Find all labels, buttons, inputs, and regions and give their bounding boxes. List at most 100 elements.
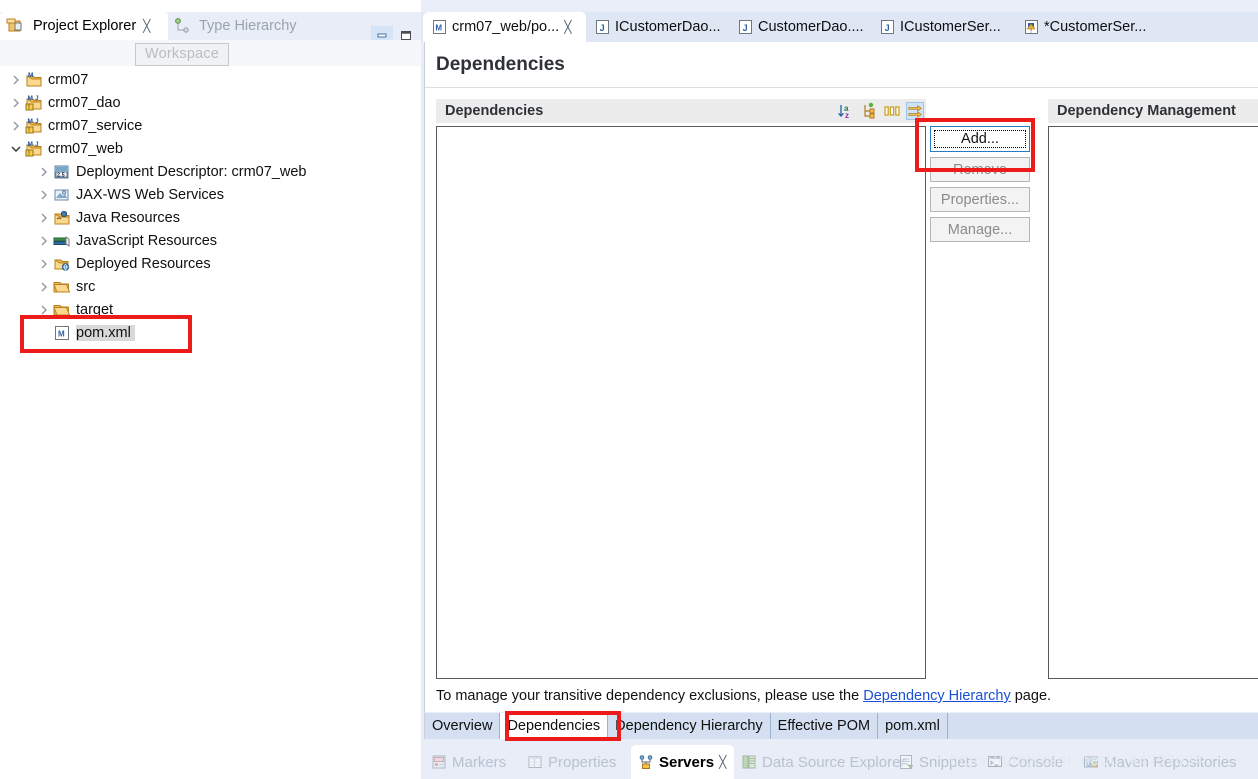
editor-tab[interactable]: ! *CustomerSer... [1015, 12, 1165, 42]
svg-text:z: z [845, 111, 849, 120]
tree-item-label: target [76, 301, 114, 318]
chevron-right-icon[interactable] [10, 97, 22, 109]
form-tab[interactable]: Dependency Hierarchy [608, 713, 771, 739]
properties-button-label: Properties... [940, 191, 1020, 208]
chevron-right-icon[interactable] [38, 212, 50, 224]
data-source-explorer-icon [741, 754, 757, 770]
manage-button[interactable]: Manage... [930, 217, 1030, 242]
bottom-view-label: Maven Repositories [1104, 753, 1237, 771]
form-tab-label: Overview [432, 718, 493, 734]
hierarchy-layout-icon[interactable] [860, 102, 878, 120]
columns-icon[interactable] [883, 102, 901, 120]
chevron-right-icon[interactable] [38, 304, 50, 316]
tree-item-label: crm07_web [48, 140, 123, 157]
bottom-view-tab[interactable]: Console [980, 745, 1076, 779]
form-tabs-filler [947, 713, 1258, 739]
form-tab-label: Dependency Hierarchy [615, 718, 763, 734]
bottom-view-tab[interactable]: Properties [520, 745, 631, 779]
tree-item[interactable]: src [0, 275, 421, 298]
bottom-view-tab[interactable]: Markers [424, 745, 520, 779]
tree-item[interactable]: JavaScript Resources [0, 229, 421, 252]
java-file-dirty-icon: ! [1024, 19, 1039, 35]
workspace-tooltip: Workspace [135, 43, 230, 66]
view-tab-project-explorer[interactable]: Project Explorer ╳ [0, 12, 168, 40]
chevron-down-icon[interactable] [10, 143, 22, 155]
editor-tabbar-top-strip [421, 0, 1258, 12]
editor-tab[interactable]: J ICustomerDao... [586, 12, 729, 42]
form-tab[interactable]: Dependencies [500, 713, 609, 739]
form-tab[interactable]: pom.xml [878, 713, 948, 739]
tree-item[interactable]: M J! crm07_dao [0, 91, 421, 114]
tree-item[interactable]: Java Resources [0, 206, 421, 229]
close-icon[interactable]: ╳ [143, 19, 150, 33]
chevron-right-icon[interactable] [38, 189, 50, 201]
bottom-view-label: Console [1008, 753, 1064, 771]
dependencies-list[interactable] [436, 126, 926, 679]
bottom-view-tab[interactable]: Data Source Explorer [734, 745, 905, 779]
folder-icon [53, 279, 71, 295]
markers-icon [431, 754, 447, 770]
add-button[interactable]: Add... [930, 126, 1030, 152]
maven-java-project-icon: M J! [25, 141, 43, 157]
dependency-management-list[interactable] [1048, 126, 1258, 679]
tree-item-label: Java Resources [76, 209, 180, 226]
svg-text:M: M [28, 72, 33, 79]
chevron-right-icon[interactable] [38, 235, 50, 247]
close-icon[interactable]: ╳ [719, 755, 726, 769]
chevron-right-icon[interactable] [38, 281, 50, 293]
bottom-view-tab[interactable]: Snippets [891, 745, 980, 779]
chevron-right-icon[interactable] [10, 120, 22, 132]
form-tab[interactable]: Overview [425, 713, 501, 739]
dependency-hierarchy-link[interactable]: Dependency Hierarchy [863, 688, 1011, 704]
flat-layout-icon[interactable] [906, 102, 924, 120]
tree-item[interactable]: M J! crm07_service [0, 114, 421, 137]
editor-tab[interactable]: Mcrm07_web/po... ╳ [423, 12, 586, 42]
remove-button[interactable]: Remove [930, 157, 1030, 182]
tree-item[interactable]: Deployed Resources [0, 252, 421, 275]
java-file-icon: J [880, 19, 895, 35]
dependencies-section-toolbar: a z [837, 101, 924, 121]
chevron-right-icon[interactable] [38, 166, 50, 178]
svg-text:!: ! [28, 151, 30, 157]
close-icon[interactable]: ╳ [564, 20, 571, 34]
tree-item[interactable]: Mcrm07 [0, 68, 421, 91]
tree-item[interactable]: 2.5 Deployment Descriptor: crm07_web [0, 160, 421, 183]
form-tab-label: Effective POM [777, 718, 871, 734]
maven-pom-icon: M [432, 19, 447, 35]
editor-area: Mcrm07_web/po... ╳ J ICustomerDao... J Custom… [421, 0, 1258, 779]
hint-text-before: To manage your transitive dependency exc… [436, 688, 864, 704]
dependency-management-section: Dependency Management [1048, 99, 1258, 679]
bottom-view-tab[interactable]: Servers ╳ [631, 745, 734, 779]
xml-file-icon: M [53, 325, 71, 341]
view-tab-type-hierarchy[interactable]: Type Hierarchy [168, 12, 318, 40]
editor-tab-label: ICustomerSer... [900, 19, 1001, 35]
tree-item-label: Deployment Descriptor: crm07_web [76, 163, 307, 180]
java-file-icon: J [738, 19, 753, 35]
tree-item[interactable]: Mpom.xml [0, 321, 421, 344]
view-tab-label: Project Explorer [33, 18, 137, 34]
svg-text:M: M [28, 118, 33, 125]
chevron-right-icon[interactable] [38, 258, 50, 270]
svg-text:M: M [435, 23, 442, 32]
editor-tab[interactable]: J ICustomerSer... [871, 12, 1015, 42]
chevron-right-icon[interactable] [10, 74, 22, 86]
editor-tab[interactable]: J CustomerDao.... [729, 12, 871, 42]
section-title: Dependency Management [1057, 103, 1236, 119]
tree-item-label: crm07_service [48, 117, 143, 134]
svg-text:!: ! [1030, 28, 1032, 34]
bottom-view-tab[interactable]: M Maven Repositories [1076, 745, 1237, 779]
dependency-management-section-header: Dependency Management [1048, 99, 1258, 123]
servers-icon [638, 754, 654, 770]
type-hierarchy-icon [174, 18, 189, 34]
svg-text:J: J [35, 118, 39, 125]
sort-icon[interactable]: a z [837, 102, 855, 120]
properties-button[interactable]: Properties... [930, 187, 1030, 212]
tree-item[interactable]: target [0, 298, 421, 321]
left-view-tabbar: Project Explorer ╳ Type Hierarchy [0, 12, 421, 44]
form-tab-label: Dependencies [507, 718, 601, 734]
project-tree[interactable]: Mcrm07 M J! crm07_dao M J! crm07_service M J! crm… [0, 66, 421, 779]
form-tab[interactable]: Effective POM [770, 713, 879, 739]
tree-item[interactable]: M J! crm07_web [0, 137, 421, 160]
tree-item[interactable]: JAX-WS Web Services [0, 183, 421, 206]
svg-text:M: M [58, 329, 65, 338]
